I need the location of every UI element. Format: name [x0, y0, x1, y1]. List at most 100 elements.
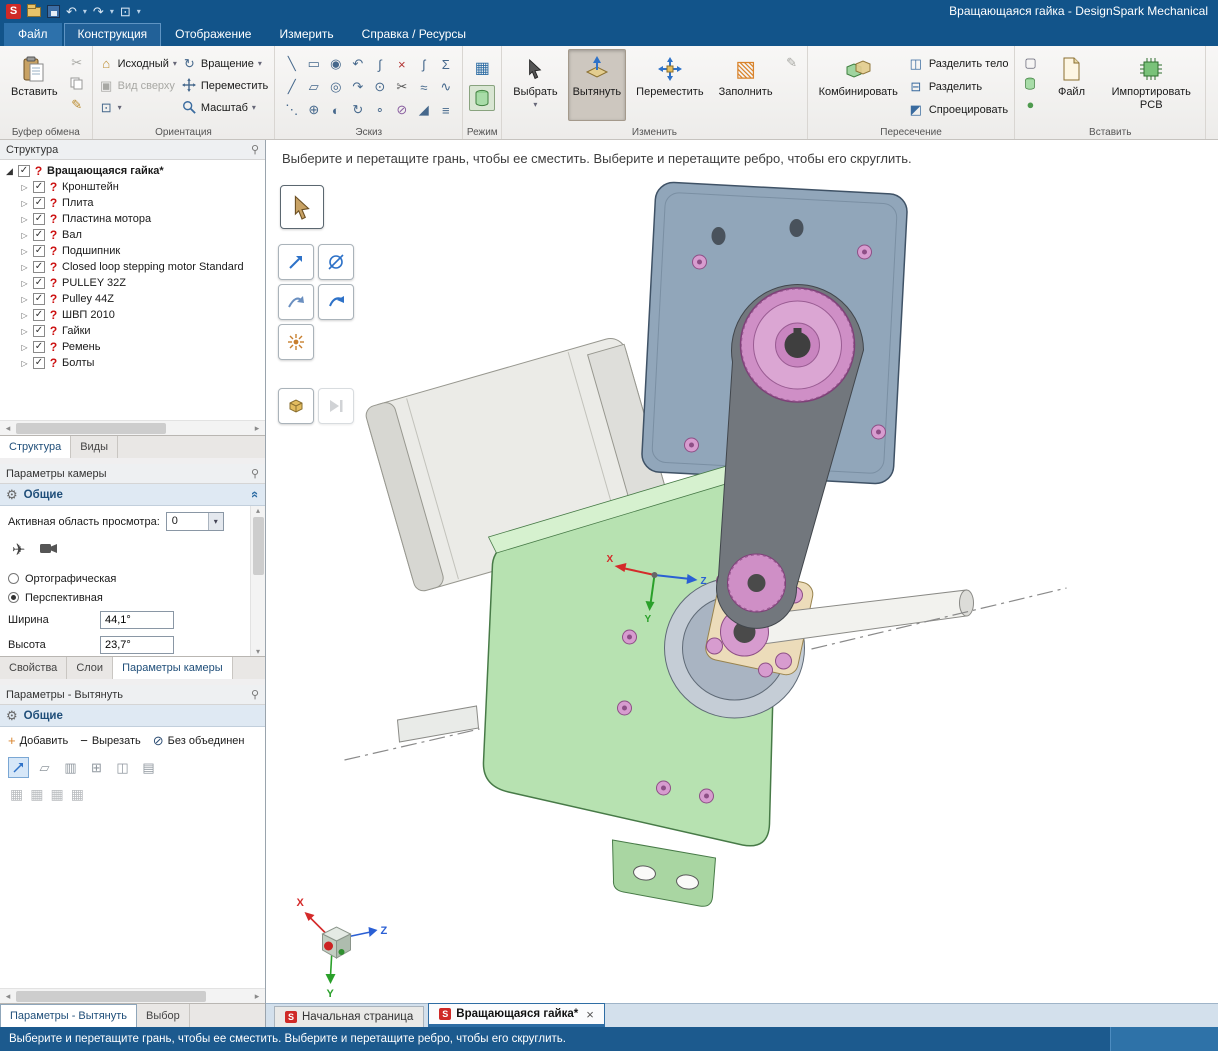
- sketch-spline-icon[interactable]: ∫: [369, 53, 390, 75]
- checkbox[interactable]: ✓: [33, 261, 45, 273]
- qat-options-caret-icon[interactable]: ▾: [137, 7, 141, 16]
- expander-icon[interactable]: ▷: [20, 183, 29, 192]
- scroll-up-icon[interactable]: ▴: [256, 506, 260, 515]
- home-view-button[interactable]: ⌂ Исходный ▾: [99, 54, 177, 73]
- pull-body-option-icon[interactable]: ▦: [71, 786, 84, 803]
- sketch-rotate-icon[interactable]: ↻: [347, 99, 368, 121]
- cad-model-3d[interactable]: X Z Y X Z Y: [266, 140, 1218, 1003]
- edit-options-icon[interactable]: ✎: [783, 54, 801, 71]
- sketch-arc2-icon[interactable]: ↷: [347, 76, 368, 98]
- scroll-thumb[interactable]: [16, 422, 166, 434]
- sketch-trim-icon[interactable]: ×: [391, 53, 412, 75]
- perspective-radio[interactable]: Перспективная: [8, 588, 245, 607]
- select-button[interactable]: Выбрать ▾: [508, 49, 562, 121]
- fly-mode-icon[interactable]: ✈: [12, 540, 25, 560]
- scroll-left-icon[interactable]: ◂: [0, 423, 16, 434]
- viewport-3d[interactable]: Выберите и перетащите грань, чтобы ее см…: [266, 140, 1218, 1003]
- solid-mode-button[interactable]: [469, 85, 496, 111]
- checkbox[interactable]: ✓: [18, 165, 30, 177]
- undo-caret-icon[interactable]: ▾: [83, 7, 87, 16]
- select-tool-button[interactable]: [280, 185, 324, 229]
- split-body-button[interactable]: ◫ Разделить тело: [908, 54, 1009, 74]
- cut-icon[interactable]: ✂: [68, 54, 86, 71]
- tree-item[interactable]: ▷ ✓? Кронштейн: [0, 179, 265, 195]
- scroll-right-icon[interactable]: ▸: [249, 991, 265, 1002]
- save-button[interactable]: [47, 4, 60, 18]
- sketch-line-icon[interactable]: ╲: [281, 53, 302, 75]
- tree-item[interactable]: ▷ ✓? Pulley 44Z: [0, 291, 265, 307]
- tab-selection[interactable]: Выбор: [137, 1004, 190, 1027]
- tree-item[interactable]: ▷ ✓? PULLEY 32Z: [0, 275, 265, 291]
- pull-option-icon[interactable]: ▱: [34, 757, 55, 778]
- expander-icon[interactable]: ▷: [20, 295, 29, 304]
- pin-icon[interactable]: ⚲: [251, 143, 259, 156]
- pull-general-section[interactable]: ⚙ Общие: [0, 705, 265, 727]
- sketch-nosnap-icon[interactable]: ⊘: [391, 99, 412, 121]
- expander-icon[interactable]: ▷: [20, 231, 29, 240]
- checkbox[interactable]: ✓: [33, 325, 45, 337]
- collapse-section-icon[interactable]: «: [248, 491, 263, 498]
- sketch-grid-icon[interactable]: ≡: [435, 99, 456, 121]
- scroll-left-icon[interactable]: ◂: [0, 991, 16, 1002]
- pan-button[interactable]: Переместить: [182, 76, 268, 95]
- redo-caret-icon[interactable]: ▾: [110, 7, 114, 16]
- tab-current-document[interactable]: S Вращающаяся гайка* ×: [428, 1003, 605, 1027]
- tree-item-root[interactable]: ◢ ✓ ? Вращающаяся гайка*: [0, 163, 265, 179]
- display-settings-button[interactable]: ⊡: [120, 5, 131, 18]
- pull-body-option-icon[interactable]: ▦: [10, 786, 23, 803]
- tab-properties[interactable]: Свойства: [0, 657, 68, 679]
- mounting-bracket[interactable]: [611, 839, 717, 907]
- checkbox[interactable]: ✓: [33, 213, 45, 225]
- tab-help[interactable]: Справка / Ресурсы: [348, 23, 480, 46]
- project-button[interactable]: ◩ Спроецировать: [908, 100, 1009, 120]
- zoom-button[interactable]: Масштаб ▾: [182, 98, 268, 117]
- tab-display[interactable]: Отображение: [161, 23, 265, 46]
- pull-option-icon[interactable]: ▤: [138, 757, 159, 778]
- move-button[interactable]: Переместить: [631, 49, 708, 121]
- expander-icon[interactable]: ▷: [20, 199, 29, 208]
- tree-item[interactable]: ▷ ✓? Ремень: [0, 339, 265, 355]
- checkbox[interactable]: ✓: [33, 181, 45, 193]
- tree-item[interactable]: ▷ ✓? Подшипник: [0, 243, 265, 259]
- insert-cylinder-icon[interactable]: [1021, 75, 1039, 92]
- checkbox[interactable]: ✓: [33, 245, 45, 257]
- sketch-fill-icon[interactable]: ◐: [325, 99, 346, 121]
- pull-body-option-icon[interactable]: ▦: [50, 786, 63, 803]
- import-pcb-button[interactable]: Импортировать PCB: [1103, 49, 1199, 121]
- tab-views-panel[interactable]: Виды: [71, 436, 118, 458]
- sketch-project-icon[interactable]: ⊕: [303, 99, 324, 121]
- close-tab-icon[interactable]: ×: [586, 1007, 594, 1022]
- tree-item[interactable]: ▷ ✓? Болты: [0, 355, 265, 371]
- checkbox[interactable]: ✓: [33, 341, 45, 353]
- expander-icon[interactable]: ▷: [20, 247, 29, 256]
- full-pull-tool-button[interactable]: [278, 324, 314, 360]
- combine-button[interactable]: Комбинировать: [814, 49, 903, 121]
- paste-button[interactable]: Вставить: [6, 49, 63, 121]
- sketch-rect-icon[interactable]: ▭: [303, 53, 324, 75]
- next-face-tool-button[interactable]: [318, 388, 354, 424]
- pull-body-option-icon[interactable]: ▦: [30, 786, 43, 803]
- tree-item[interactable]: ▷ ✓? Пластина мотора: [0, 211, 265, 227]
- orthographic-radio[interactable]: Ортографическая: [8, 569, 245, 588]
- sketch-corner-icon[interactable]: ◢: [413, 99, 434, 121]
- spin-button[interactable]: ↻ Вращение ▾: [182, 54, 268, 73]
- sketch-equation-icon[interactable]: Σ: [435, 53, 456, 75]
- checkbox[interactable]: ✓: [33, 357, 45, 369]
- tree-item[interactable]: ▷ ✓? Closed loop stepping motor Standard: [0, 259, 265, 275]
- camera-vscrollbar[interactable]: ▴ ▾: [250, 506, 265, 656]
- checkbox[interactable]: ✓: [33, 293, 45, 305]
- redo-button[interactable]: ↷: [93, 5, 104, 18]
- format-brush-icon[interactable]: ✎: [68, 96, 86, 113]
- pull-add-button[interactable]: + Добавить: [8, 734, 68, 747]
- tab-pull-options[interactable]: Параметры - Вытянуть: [0, 1004, 137, 1027]
- up-to-body-tool-button[interactable]: [278, 388, 314, 424]
- checkbox[interactable]: ✓: [33, 197, 45, 209]
- sketch-split-icon[interactable]: ✂: [391, 76, 412, 98]
- pull-option-icon[interactable]: ◫: [112, 757, 133, 778]
- shaft-left-end[interactable]: [396, 705, 480, 743]
- split-button[interactable]: ⊟ Разделить: [908, 77, 1009, 97]
- dropdown-caret-icon[interactable]: ▾: [207, 513, 223, 530]
- no-rotate-tool-button[interactable]: [318, 244, 354, 280]
- tree-item[interactable]: ▷ ✓? Гайки: [0, 323, 265, 339]
- sketch-wave-icon[interactable]: ∿: [435, 76, 456, 98]
